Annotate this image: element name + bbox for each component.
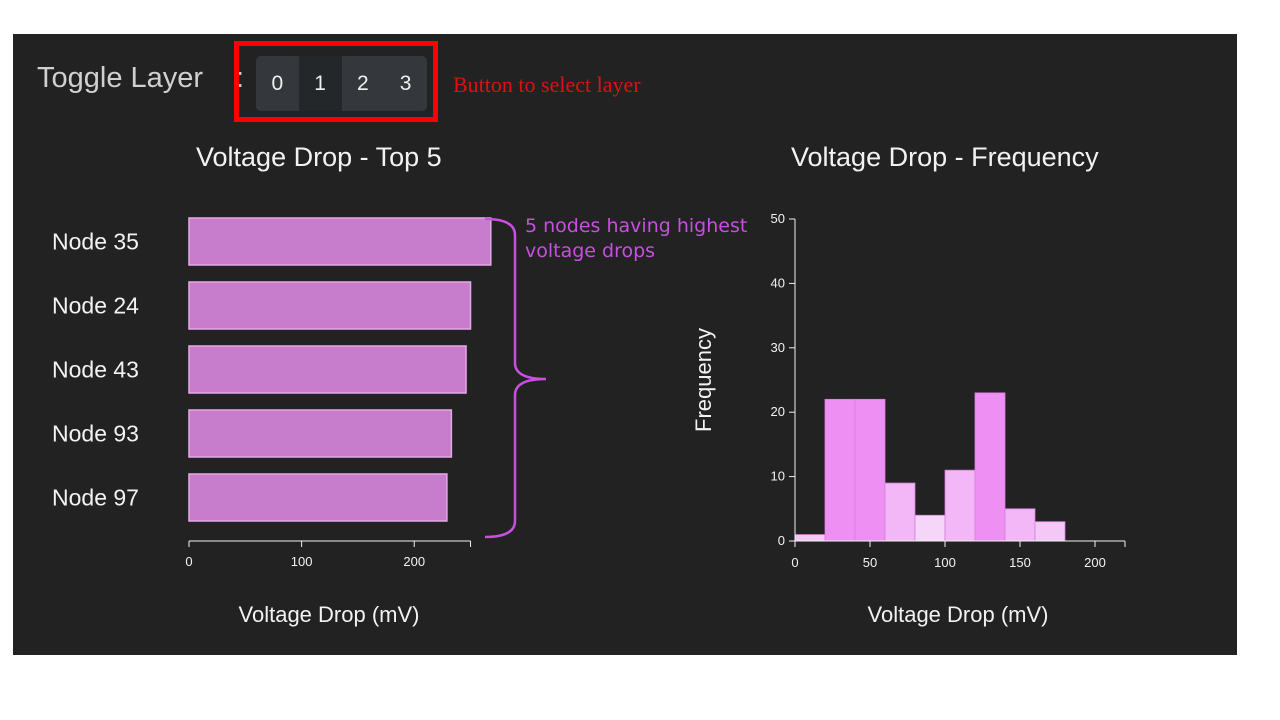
bar-category-label: Node 35	[52, 229, 139, 255]
bar	[188, 345, 467, 394]
hist-x-tick-label: 0	[791, 555, 798, 570]
bar-category-label: Node 43	[52, 357, 139, 383]
x-axis-title: Voltage Drop (mV)	[239, 602, 420, 627]
histogram-bar	[974, 392, 1006, 542]
x-tick-label: 0	[185, 554, 192, 569]
hist-x-tick-label: 200	[1084, 555, 1106, 570]
charts-canvas: Node 35Node 24Node 43Node 93Node 970 100 2…	[52, 211, 1126, 627]
x-tick-label: 100	[291, 554, 313, 569]
hist-y-tick-label: 20	[771, 404, 785, 419]
histogram-bar	[854, 398, 886, 542]
hist-y-tick-label: 40	[771, 275, 785, 290]
histogram-bar	[914, 514, 946, 542]
curly-brace	[484, 217, 547, 539]
histogram-bar	[1004, 508, 1036, 542]
bar	[188, 409, 453, 458]
hist-x-axis-title: Voltage Drop (mV)	[868, 602, 1049, 627]
hist-x-tick-label: 50	[863, 555, 877, 570]
hist-y-tick-label: 30	[771, 340, 785, 355]
bar-category-label: Node 97	[52, 485, 139, 511]
bar	[188, 217, 492, 266]
hist-y-axis-title: Frequency	[691, 328, 716, 432]
hist-x-tick-label: 100	[934, 555, 956, 570]
histogram-bar	[944, 469, 976, 542]
bar-category-label: Node 24	[52, 293, 139, 319]
histogram-bar	[1034, 521, 1066, 542]
histogram-bar	[824, 398, 856, 542]
bar	[188, 281, 472, 330]
histogram-bar	[794, 534, 826, 542]
hist-x-tick-label: 150	[1009, 555, 1031, 570]
x-tick-label: 200	[403, 554, 425, 569]
hist-y-tick-label: 0	[778, 533, 785, 548]
hist-y-tick-label: 10	[771, 469, 785, 484]
bar	[188, 473, 448, 522]
histogram-bar	[884, 482, 916, 542]
hist-y-tick-label: 50	[771, 211, 785, 226]
bar-category-label: Node 93	[52, 421, 139, 447]
